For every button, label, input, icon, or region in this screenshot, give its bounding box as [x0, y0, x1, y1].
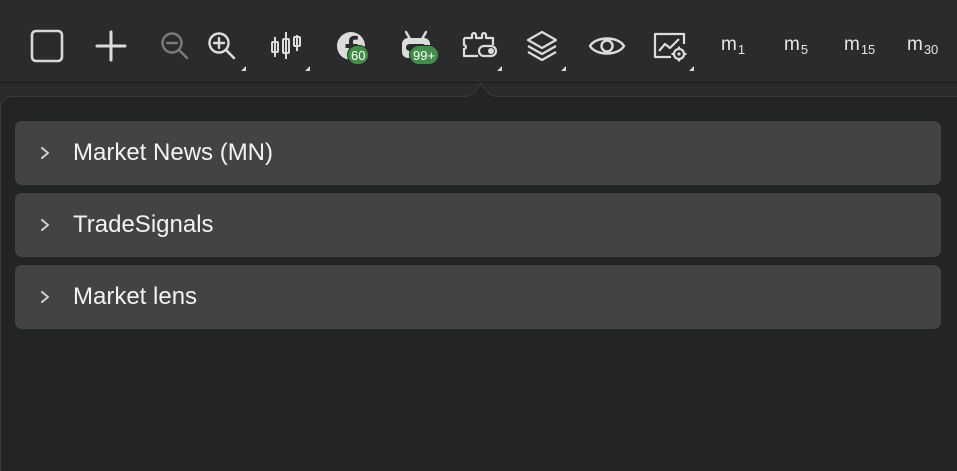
- plugin-icon: [462, 32, 498, 58]
- add-button[interactable]: [89, 24, 133, 68]
- chart-type-menu-indicator: [305, 66, 310, 71]
- eye-icon: [588, 37, 626, 55]
- timeframe-m15[interactable]: m15: [844, 34, 875, 57]
- signals-badge: 99+: [409, 45, 440, 65]
- chevron-right-icon: [41, 291, 49, 303]
- section-market-news[interactable]: Market News (MN): [15, 121, 941, 185]
- chevron-right-icon: [41, 147, 49, 159]
- timeframe-m5[interactable]: m5: [784, 34, 808, 57]
- section-label: Market lens: [73, 283, 198, 310]
- candlestick-icon: [271, 32, 301, 59]
- timeframe-m30[interactable]: m30: [907, 34, 938, 57]
- zoom-in-icon: [208, 32, 236, 60]
- section-label: Market News (MN): [73, 139, 274, 166]
- plugins-popover: Market News (MN) TradeSignals Market len…: [0, 96, 957, 471]
- zoom-out-button[interactable]: [153, 24, 197, 68]
- plugins-button[interactable]: [457, 24, 501, 68]
- section-label: TradeSignals: [73, 211, 214, 238]
- zoom-out-icon: [161, 32, 189, 60]
- timeframe-m1[interactable]: m1: [721, 34, 745, 57]
- plugins-menu-indicator: [497, 66, 502, 71]
- square-icon: [30, 29, 64, 63]
- popover-arrow: [458, 82, 504, 98]
- layers-icon: [526, 30, 558, 62]
- chevron-right-icon: [41, 219, 49, 231]
- chart-settings-menu-indicator: [689, 66, 694, 71]
- zoom-in-button[interactable]: [200, 24, 244, 68]
- chart-settings-button[interactable]: [648, 24, 692, 68]
- chart-type-button[interactable]: [264, 24, 308, 68]
- social-feed-badge: 60: [347, 45, 370, 65]
- square-tool-button[interactable]: [25, 24, 69, 68]
- layers-button[interactable]: [520, 24, 564, 68]
- section-tradesignals[interactable]: TradeSignals: [15, 193, 941, 257]
- zoom-in-menu-indicator: [241, 66, 246, 71]
- chart-settings-icon: [653, 32, 687, 62]
- toolbar: 60 99+ m1 m5 m15 m30: [0, 0, 957, 83]
- plus-icon: [95, 30, 127, 62]
- watch-button[interactable]: [585, 24, 629, 68]
- section-market-lens[interactable]: Market lens: [15, 265, 941, 329]
- layers-menu-indicator: [561, 66, 566, 71]
